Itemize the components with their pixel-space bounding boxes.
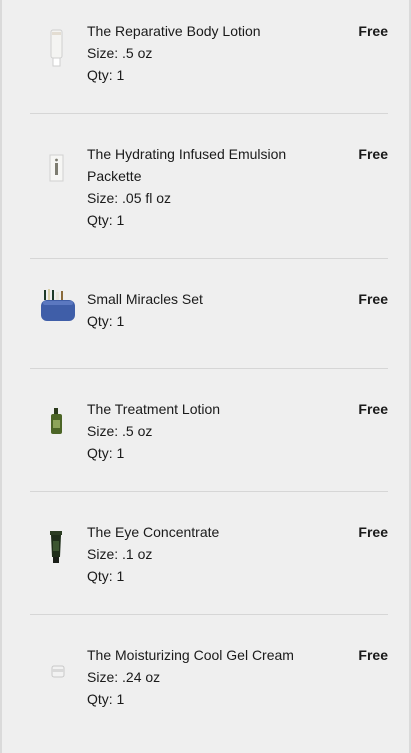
bottle-icon xyxy=(51,408,62,434)
product-name[interactable]: Small Miracles Set xyxy=(87,288,297,310)
product-size: Size: .5 oz xyxy=(87,45,153,61)
product-image xyxy=(30,650,80,700)
product-qty: Qty: 1 xyxy=(87,313,125,329)
divider xyxy=(30,614,388,615)
packette-icon xyxy=(49,154,64,182)
list-item: Small Miracles Set Qty: 1 Free xyxy=(30,288,388,348)
list-item: The Hydrating Infused Emulsion Packette … xyxy=(30,143,388,243)
product-qty: Qty: 1 xyxy=(87,445,125,461)
product-qty: Qty: 1 xyxy=(87,212,125,228)
product-price: Free xyxy=(358,401,388,417)
divider xyxy=(30,113,388,114)
product-image xyxy=(30,396,80,446)
product-qty: Qty: 1 xyxy=(87,568,125,584)
product-size: Size: .1 oz xyxy=(87,546,153,562)
product-image xyxy=(30,284,80,334)
list-item: The Treatment Lotion Size: .5 oz Qty: 1 … xyxy=(30,398,388,478)
list-item: The Reparative Body Lotion Size: .5 oz Q… xyxy=(30,20,388,100)
frame-border-left xyxy=(0,0,2,753)
product-price: Free xyxy=(358,524,388,540)
product-image xyxy=(30,26,80,76)
lotion-tube-icon xyxy=(50,29,63,67)
list-item: The Eye Concentrate Size: .1 oz Qty: 1 F… xyxy=(30,521,388,601)
product-name[interactable]: The Moisturizing Cool Gel Cream xyxy=(87,644,297,666)
eye-tube-icon xyxy=(50,531,62,563)
product-size: Size: .05 fl oz xyxy=(87,190,172,206)
product-name[interactable]: The Eye Concentrate xyxy=(87,521,297,543)
product-qty: Qty: 1 xyxy=(87,691,125,707)
divider xyxy=(30,258,388,259)
product-name[interactable]: The Treatment Lotion xyxy=(87,398,297,420)
divider xyxy=(30,491,388,492)
product-price: Free xyxy=(358,291,388,307)
product-name[interactable]: The Hydrating Infused Emulsion Packette xyxy=(87,143,297,187)
product-qty: Qty: 1 xyxy=(87,67,125,83)
product-image xyxy=(30,521,80,571)
product-price: Free xyxy=(358,23,388,39)
jar-icon xyxy=(51,665,65,678)
product-size: Size: .24 oz xyxy=(87,669,161,685)
product-price: Free xyxy=(358,647,388,663)
gift-set-icon xyxy=(41,289,75,321)
divider xyxy=(30,368,388,369)
product-name[interactable]: The Reparative Body Lotion xyxy=(87,20,297,42)
product-size: Size: .5 oz xyxy=(87,423,153,439)
product-image xyxy=(30,149,80,199)
list-item: The Moisturizing Cool Gel Cream Size: .2… xyxy=(30,644,388,744)
product-price: Free xyxy=(358,146,388,162)
